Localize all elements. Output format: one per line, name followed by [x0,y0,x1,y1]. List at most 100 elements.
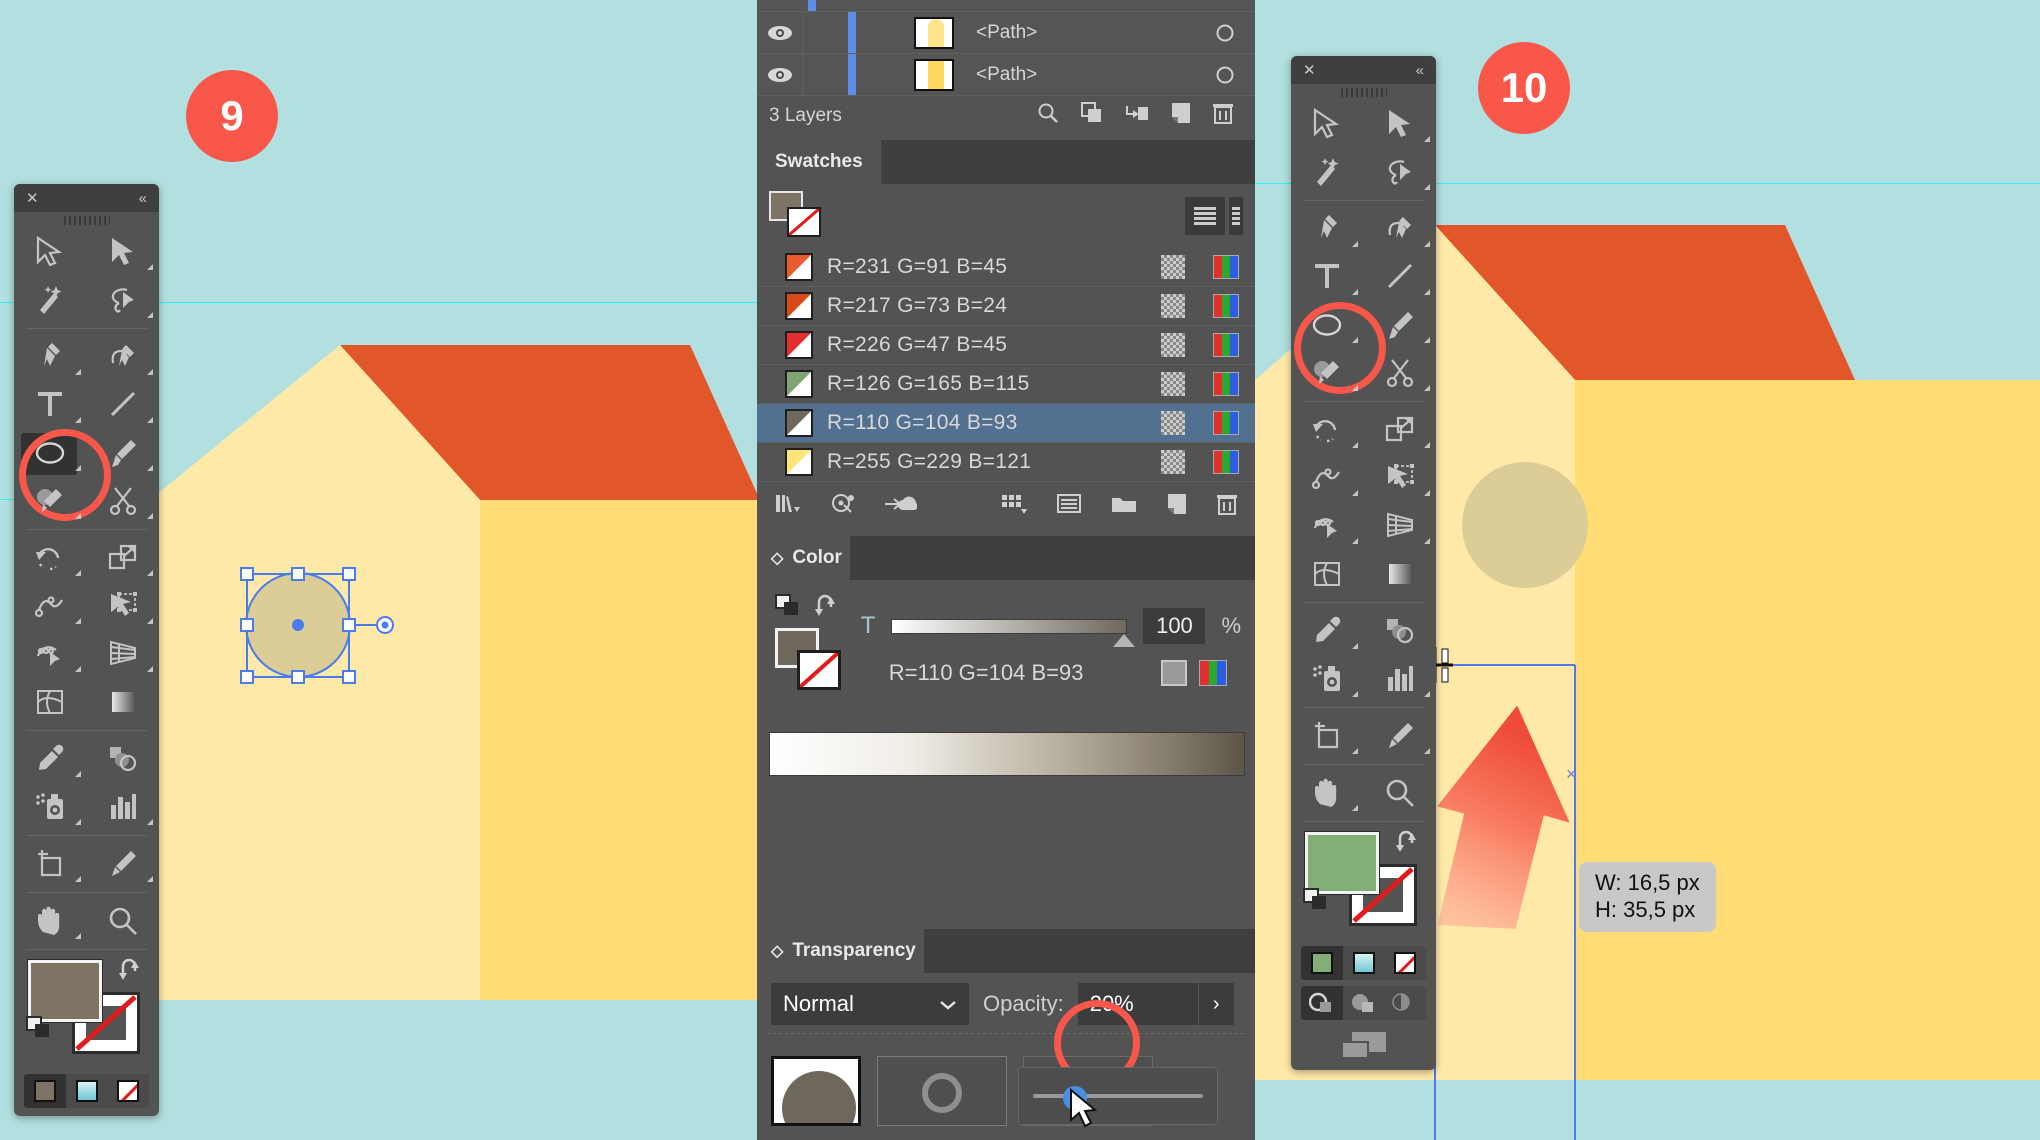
opacity-slider-popover[interactable] [1018,1067,1218,1125]
tools-panel-right[interactable]: ✕ « [1291,56,1436,1070]
swatch-color-chip[interactable] [785,370,813,398]
default-fill-stroke-icon[interactable] [26,1016,50,1040]
eyedropper-tool[interactable] [14,735,87,783]
color-mode-gradient[interactable] [66,1074,108,1108]
locate-object-icon[interactable] [1037,102,1059,130]
mesh-tool[interactable] [14,678,87,726]
swatch-options-icon[interactable] [1057,493,1081,520]
swatch-color-chip[interactable] [785,253,813,281]
tool-group-indicator-icon[interactable] [1424,289,1430,295]
color-mode-row-right[interactable] [1301,946,1426,980]
tool-group-indicator-icon[interactable] [1352,289,1358,295]
tool-group-indicator-icon[interactable] [75,465,81,471]
tool-group-indicator-icon[interactable] [1352,748,1358,754]
swap-fill-stroke-icon[interactable] [1396,830,1422,856]
list-view-icon[interactable] [1185,197,1225,235]
mesh-tool[interactable] [1291,550,1364,598]
new-swatch-icon[interactable] [1167,493,1187,520]
column-graph-tool[interactable] [1364,655,1437,703]
delete-selection-icon[interactable] [1213,102,1233,130]
lasso-tool[interactable] [1364,148,1437,196]
tool-group-indicator-icon[interactable] [1424,184,1430,190]
color-swap-icon[interactable] [815,594,845,625]
fill-stroke-widget-left[interactable] [24,956,149,1068]
draw-normal-icon[interactable] [1301,986,1343,1020]
mask-thumbnail[interactable] [877,1056,1007,1126]
selection-tool[interactable] [14,228,87,276]
draw-inside-icon[interactable] [1384,986,1426,1020]
tool-group-indicator-icon[interactable] [1424,337,1430,343]
tools-panel-left[interactable]: ✕ « [14,184,159,1116]
curvature-tool[interactable] [87,333,160,381]
object-thumbnail[interactable] [771,1056,861,1126]
perspective-grid-tool[interactable] [87,630,160,678]
swap-fill-stroke-icon[interactable] [119,958,145,984]
tool-group-indicator-icon[interactable] [147,513,153,519]
tool-group-indicator-icon[interactable] [1424,538,1430,544]
tool-group-indicator-icon[interactable] [75,771,81,777]
tool-group-indicator-icon[interactable] [1352,442,1358,448]
tint-slider[interactable] [891,619,1127,634]
create-sublayer-icon[interactable] [1125,102,1149,130]
tool-group-indicator-icon[interactable] [75,819,81,825]
artboard-tool[interactable] [14,840,87,888]
eyedropper-tool[interactable] [1291,607,1364,655]
table-row[interactable]: <Path> [757,12,1255,54]
tool-group-indicator-icon[interactable] [147,666,153,672]
show-swatch-kinds-icon[interactable] [1001,493,1027,520]
magic-wand-tool[interactable] [14,276,87,324]
target-indicator-icon[interactable] [1195,24,1255,42]
scissors-tool[interactable] [1364,349,1437,397]
swatch-color-chip[interactable] [785,409,813,437]
tool-group-indicator-icon[interactable] [147,819,153,825]
blend-mode-select[interactable]: Normal [771,983,969,1025]
new-color-group-icon[interactable] [1111,493,1137,520]
hand-tool[interactable] [1291,769,1364,817]
color-mode-none[interactable] [1384,946,1426,980]
swatch-panel-menu-icon[interactable] [1229,197,1243,235]
eye-icon[interactable] [757,25,802,41]
drawing-mode-row[interactable] [1301,986,1426,1020]
curvature-tool[interactable] [1364,205,1437,253]
color-fill-stroke-toggle-icon[interactable] [775,594,801,623]
eye-icon[interactable] [757,67,802,83]
blend-tool[interactable] [1364,607,1437,655]
fill-swatch-left[interactable] [28,960,102,1022]
symbol-sprayer-tool[interactable] [1291,655,1364,703]
tool-group-indicator-icon[interactable] [1352,805,1358,811]
tool-group-indicator-icon[interactable] [75,933,81,939]
scale-tool[interactable] [1364,406,1437,454]
color-mode-row-left[interactable] [24,1074,149,1108]
create-new-layer-icon[interactable] [1171,102,1191,130]
stroke-swatch-none[interactable] [787,207,821,237]
zoom-tool[interactable] [87,897,160,945]
fill-stroke-widget-right[interactable] [1301,828,1426,940]
add-to-library-icon[interactable] [885,493,917,520]
tool-group-indicator-icon[interactable] [147,312,153,318]
tool-group-indicator-icon[interactable] [147,369,153,375]
grayscale-swatch[interactable] [1161,660,1187,686]
tool-group-indicator-icon[interactable] [147,876,153,882]
selected-ellipse[interactable] [225,555,445,735]
shape-builder-tool[interactable] [1291,502,1364,550]
selection-tool[interactable] [1291,100,1364,148]
type-tool[interactable] [14,381,87,429]
magic-wand-tool[interactable] [1291,148,1364,196]
tool-group-indicator-icon[interactable] [147,465,153,471]
swatch-row[interactable]: R=255 G=229 B=121 [757,443,1255,482]
table-row[interactable]: <Path> [757,54,1255,96]
target-indicator-icon[interactable] [1195,66,1255,84]
screen-mode-button[interactable] [1291,1028,1436,1062]
color-stroke-swatch-none[interactable] [797,650,841,690]
toolbar-grip[interactable] [14,212,159,228]
tool-group-indicator-icon[interactable] [147,417,153,423]
color-spectrum-ramp[interactable] [769,732,1245,776]
pen-tool[interactable] [14,333,87,381]
layer-name[interactable]: <Path> [954,22,1195,44]
shaper-tool[interactable] [14,477,87,525]
collapse-icon[interactable]: « [1416,62,1424,79]
perspective-grid-tool[interactable] [1364,502,1437,550]
tool-group-indicator-icon[interactable] [1424,691,1430,697]
swatch-row[interactable]: R=226 G=47 B=45 [757,326,1255,365]
pen-tool[interactable] [1291,205,1364,253]
